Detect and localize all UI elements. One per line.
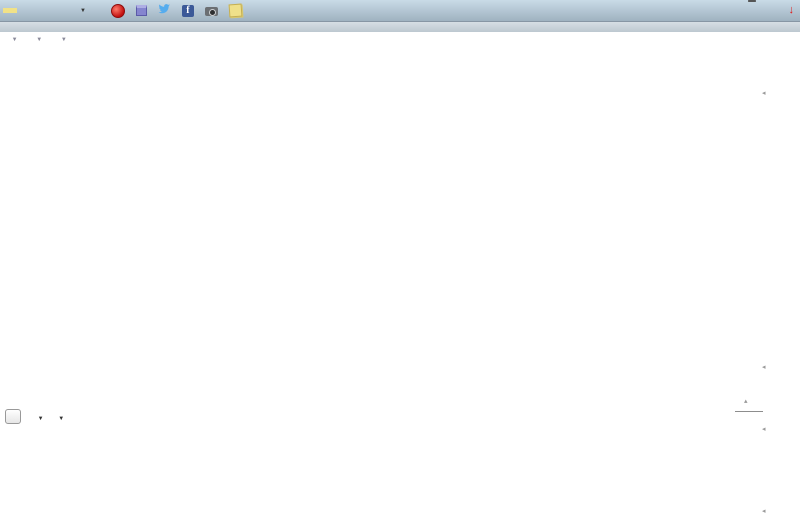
legend-row: ▼ ▼ ▼ <box>0 33 800 46</box>
pane-scrollbar[interactable] <box>735 411 763 412</box>
scroll-left-icon[interactable]: ◂ <box>762 364 766 371</box>
toolbar: ▼ f ↓ <box>0 0 800 22</box>
camera-icon[interactable] <box>205 7 218 16</box>
macd-value-box <box>748 0 756 2</box>
facebook-icon[interactable]: f <box>182 5 194 17</box>
twitter-icon[interactable] <box>158 3 171 18</box>
close-pane-button[interactable] <box>5 409 21 424</box>
period-select[interactable]: ▼ <box>45 8 86 14</box>
symbol-info-bar <box>0 22 800 32</box>
ma8-dropdown[interactable]: ▼ <box>54 37 67 43</box>
macd-pane-header: ▼ ▼ <box>0 409 760 424</box>
ema-dropdown[interactable]: ▼ <box>52 411 65 423</box>
scroll-left-icon[interactable]: ◂ <box>762 508 766 515</box>
alarm-icon[interactable] <box>111 4 125 18</box>
macd-dropdown[interactable]: ▼ <box>31 411 44 423</box>
price-history-dropdown[interactable]: ▼ <box>5 37 18 43</box>
price-change: ↓ <box>789 4 797 16</box>
price-chart-canvas[interactable] <box>0 46 800 532</box>
chevron-down-icon: ▼ <box>59 37 67 43</box>
cube-icon[interactable] <box>136 5 147 16</box>
symbol-badge[interactable] <box>3 8 17 13</box>
chevron-down-icon: ▼ <box>10 37 18 43</box>
charting-app: { "toolbar": { "symbol": "VIX--X", "add_… <box>0 0 800 532</box>
notes-icon[interactable] <box>229 4 243 18</box>
period-chevron-down-icon: ▼ <box>80 8 86 14</box>
down-arrow-icon: ↓ <box>789 4 795 16</box>
scroll-left-icon[interactable]: ◂ <box>762 426 766 433</box>
ma21-dropdown[interactable]: ▼ <box>30 37 43 43</box>
chevron-down-icon: ▼ <box>35 37 43 43</box>
chevron-down-icon: ▼ <box>36 416 44 422</box>
chevron-down-icon: ▼ <box>57 416 65 422</box>
scroll-up-icon[interactable]: ▴ <box>744 398 748 405</box>
scroll-left-icon[interactable]: ◂ <box>762 90 766 97</box>
